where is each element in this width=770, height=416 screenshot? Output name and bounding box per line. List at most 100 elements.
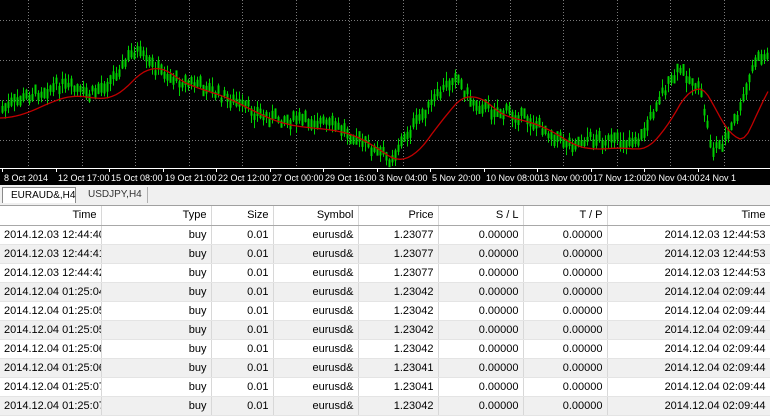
column-header-type[interactable]: Type xyxy=(101,206,212,226)
candle-body xyxy=(322,116,325,124)
candle-body xyxy=(652,111,655,119)
cell-take-profit: 0.00000 xyxy=(523,358,608,378)
candle-body xyxy=(445,80,448,88)
candle-body xyxy=(334,121,337,131)
cell-symbol: eurusd& xyxy=(273,301,359,321)
x-tick-label: 8 Oct 2014 xyxy=(4,173,48,183)
candle-body xyxy=(721,143,724,152)
candle-body xyxy=(466,87,469,95)
candle-body xyxy=(631,138,634,147)
candle-body xyxy=(49,85,52,92)
candle-body xyxy=(553,134,556,146)
candle-body xyxy=(757,51,760,62)
candle-body xyxy=(22,93,25,101)
cell-price: 1.23042 xyxy=(358,396,439,416)
candle-body xyxy=(454,73,457,83)
candle-body xyxy=(127,50,130,61)
candle-body xyxy=(1,105,4,113)
candle-body xyxy=(52,83,55,93)
candle-body xyxy=(439,91,442,99)
table-row[interactable]: 2014.12.03 12:44:40 buy 0.01 eurusd& 1.23077… xyxy=(0,225,770,245)
candle-body xyxy=(304,110,307,122)
candle-body xyxy=(616,132,619,140)
candle-body xyxy=(418,114,421,121)
cell-stop-loss: 0.00000 xyxy=(438,301,524,321)
candle-body xyxy=(13,93,16,103)
column-header-size[interactable]: Size xyxy=(211,206,274,226)
candle-body xyxy=(628,137,631,146)
candle-body xyxy=(508,106,511,114)
candle-body xyxy=(472,99,475,106)
candle-body xyxy=(460,79,463,90)
table-row[interactable]: 2014.12.04 01:25:06 buy 0.01 eurusd& 1.23041… xyxy=(0,358,770,378)
table-row[interactable]: 2014.12.04 01:25:04 buy 0.01 eurusd& 1.23042… xyxy=(0,282,770,302)
table-row[interactable]: 2014.12.03 12:44:42 buy 0.01 eurusd& 1.23077… xyxy=(0,263,770,283)
candle-body xyxy=(763,54,766,60)
column-header-time[interactable]: Time xyxy=(0,206,102,226)
cell-size: 0.01 xyxy=(211,301,274,321)
candle-body xyxy=(739,102,742,111)
column-header-stop-loss[interactable]: S / L xyxy=(438,206,524,226)
x-tick-label: 17 Nov 12:00 xyxy=(593,173,647,183)
column-header-price[interactable]: Price xyxy=(358,206,439,226)
candle-body xyxy=(67,82,70,88)
candle-body xyxy=(115,73,118,81)
candle-body xyxy=(7,101,10,108)
candle-body xyxy=(133,52,136,60)
tab-usdjpy-h4[interactable]: USDJPY,H4 xyxy=(80,187,148,203)
cell-type: buy xyxy=(101,301,212,321)
candle-body xyxy=(490,109,493,120)
candle-body xyxy=(16,97,19,106)
price-chart[interactable]: 8 Oct 2014 12 Oct 17:00 15 Oct 08:00 19 Oct… xyxy=(0,0,770,185)
candle-body xyxy=(664,90,667,96)
candle-body xyxy=(151,57,154,68)
table-row[interactable]: 2014.12.04 01:25:05 buy 0.01 eurusd& 1.23042… xyxy=(0,301,770,321)
column-header-close-time[interactable]: Time xyxy=(607,206,770,226)
cell-symbol: eurusd& xyxy=(273,244,359,264)
table-row[interactable]: 2014.12.04 01:25:07 buy 0.01 eurusd& 1.23042… xyxy=(0,396,770,416)
candle-body xyxy=(370,147,373,157)
cell-stop-loss: 0.00000 xyxy=(438,320,524,340)
candle-body xyxy=(220,97,223,103)
table-row[interactable]: 2014.12.04 01:25:05 buy 0.01 eurusd& 1.23042… xyxy=(0,320,770,340)
candle-body xyxy=(283,116,286,123)
candle-body xyxy=(46,89,49,99)
candle-body xyxy=(667,76,670,84)
candle-body xyxy=(526,116,529,125)
candle-body xyxy=(718,140,721,150)
cell-price: 1.23041 xyxy=(358,358,439,378)
x-tick-label: 10 Nov 08:00 xyxy=(486,173,540,183)
column-header-symbol[interactable]: Symbol xyxy=(273,206,359,226)
candle-body xyxy=(79,85,82,92)
price-chart-canvas[interactable]: 8 Oct 2014 12 Oct 17:00 15 Oct 08:00 19 Oct… xyxy=(0,0,770,185)
candle-body xyxy=(313,120,316,128)
candle-body xyxy=(742,94,745,102)
cell-open-time: 2014.12.04 01:25:04 xyxy=(0,282,102,302)
tab-euraud-h4[interactable]: EURAUD&,H4 xyxy=(2,187,76,203)
cell-open-time: 2014.12.04 01:25:05 xyxy=(0,320,102,340)
candle-body xyxy=(658,96,661,105)
cell-price: 1.23077 xyxy=(358,263,439,283)
candle-body xyxy=(463,90,466,98)
candle-body xyxy=(442,84,445,90)
cell-symbol: eurusd& xyxy=(273,263,359,283)
column-header-take-profit[interactable]: T / P xyxy=(523,206,608,226)
cell-close-time: 2014.12.04 02:09:44 xyxy=(607,358,770,378)
table-row[interactable]: 2014.12.03 12:44:41 buy 0.01 eurusd& 1.23077… xyxy=(0,244,770,264)
table-row[interactable]: 2014.12.04 01:25:07 buy 0.01 eurusd& 1.23041… xyxy=(0,377,770,397)
candle-body xyxy=(520,107,523,116)
cell-close-time: 2014.12.04 02:09:44 xyxy=(607,301,770,321)
cell-open-time: 2014.12.03 12:44:40 xyxy=(0,225,102,245)
cell-stop-loss: 0.00000 xyxy=(438,377,524,397)
cell-take-profit: 0.00000 xyxy=(523,339,608,359)
candle-body xyxy=(40,91,43,98)
candle-body xyxy=(130,50,133,58)
candle-body xyxy=(82,86,85,94)
table-row[interactable]: 2014.12.04 01:25:06 buy 0.01 eurusd& 1.23042… xyxy=(0,339,770,359)
candle-body xyxy=(511,111,514,121)
candle-body xyxy=(544,125,547,134)
candle-body xyxy=(352,135,355,144)
candle-body xyxy=(175,70,178,82)
candle-body xyxy=(766,52,769,60)
candle-body xyxy=(505,104,508,111)
